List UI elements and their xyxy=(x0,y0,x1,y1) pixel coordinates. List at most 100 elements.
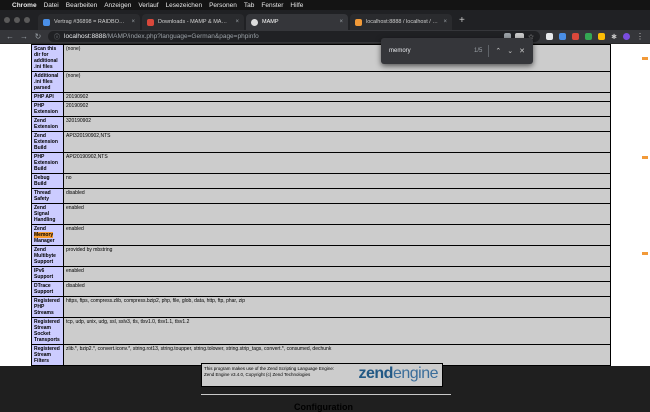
row-key: Zend Signal Handling xyxy=(31,203,64,225)
row-value: 320190902 xyxy=(63,116,611,132)
tab-strip: Vertrag #36898 = RAIDBOXES × Downloads -… xyxy=(0,10,650,30)
tab-close-icon[interactable]: × xyxy=(443,19,447,25)
tab-close-icon[interactable]: × xyxy=(235,19,239,25)
profile-avatar[interactable] xyxy=(623,33,630,40)
minimize-window-icon[interactable] xyxy=(14,17,20,23)
reload-button[interactable]: ↻ xyxy=(34,32,42,41)
table-row: PHP Extension 20190902 xyxy=(31,101,611,117)
extension-2-icon[interactable] xyxy=(559,33,567,40)
zend-line-1: This program makes use of the Zend Scrip… xyxy=(204,366,335,371)
row-key: Zend Memory Manager xyxy=(31,224,64,246)
menu-app-name[interactable]: Chrome xyxy=(12,2,37,9)
extension-5-icon[interactable] xyxy=(598,33,606,40)
menu-hilfe[interactable]: Hilfe xyxy=(290,2,303,9)
tab-title: Vertrag #36898 = RAIDBOXES xyxy=(54,19,128,25)
menu-verlauf[interactable]: Verlauf xyxy=(138,2,158,9)
phpmyadmin-favicon-icon xyxy=(355,18,362,26)
row-key: Additional .ini files parsed xyxy=(31,71,64,93)
tab-title: localhost:8888 / localhost / php xyxy=(366,19,440,25)
row-key: Debug Build xyxy=(31,173,64,189)
extension-4-icon[interactable] xyxy=(585,33,593,40)
scrollbar[interactable] xyxy=(642,44,648,366)
row-value: API320190902,NTS xyxy=(63,131,611,153)
row-value: 20190902 xyxy=(63,101,611,117)
menu-anzeigen[interactable]: Anzeigen xyxy=(104,2,131,9)
fullscreen-window-icon[interactable] xyxy=(24,17,30,23)
zend-engine-logo[interactable]: zendengine xyxy=(359,365,439,383)
configuration-heading: Configuration xyxy=(294,402,353,412)
row-key: PHP API xyxy=(31,92,64,102)
row-key: Thread Safety xyxy=(31,188,64,204)
window-controls xyxy=(4,10,30,30)
browser-toolbar: ← → ↻ ⓘ localhost:8888/MAMP/index.php?la… xyxy=(0,30,650,44)
mamp-globe-icon xyxy=(251,18,258,26)
url-path: /MAMP/index.php?language=German&page=php… xyxy=(105,33,259,40)
find-match-marker xyxy=(642,156,648,159)
table-row: IPv6 Support enabled xyxy=(31,266,611,282)
row-value: API20190902,NTS xyxy=(63,152,611,174)
menu-datei[interactable]: Datei xyxy=(44,2,59,9)
find-next-button[interactable]: ⌄ xyxy=(507,47,513,55)
zend-line-2: Zend Engine v3.4.0, Copyright (c) Zend T… xyxy=(204,372,311,377)
row-value: disabled xyxy=(63,281,611,297)
row-value: enabled xyxy=(63,266,611,282)
tab-close-icon[interactable]: × xyxy=(131,19,135,25)
find-previous-button[interactable]: ⌃ xyxy=(495,47,501,55)
info-icon[interactable]: ⓘ xyxy=(54,32,60,41)
table-row: Zend Extension Build API320190902,NTS xyxy=(31,131,611,153)
row-key: PHP Extension xyxy=(31,101,64,117)
row-key: Registered PHP Streams xyxy=(31,296,64,318)
tab-title: MAMP xyxy=(262,19,279,25)
find-count: 1/5 xyxy=(474,48,483,54)
row-key: PHP Extension Build xyxy=(31,152,64,174)
menu-personen[interactable]: Personen xyxy=(209,2,237,9)
row-key: DTrace Support xyxy=(31,281,64,297)
row-key: Zend Multibyte Support xyxy=(31,245,64,267)
tab-downloads-mamp[interactable]: Downloads - MAMP & MAMP PRO × xyxy=(142,14,244,30)
back-button[interactable]: ← xyxy=(6,32,14,41)
table-row: Debug Build no xyxy=(31,173,611,189)
tab-raidboxes[interactable]: Vertrag #36898 = RAIDBOXES × xyxy=(38,14,140,30)
menu-tab[interactable]: Tab xyxy=(244,2,254,9)
zend-engine-banner: This program makes use of the Zend Scrip… xyxy=(201,363,443,387)
find-match-marker xyxy=(642,57,648,60)
table-row: PHP API 20190902 xyxy=(31,92,611,102)
extension-3-icon[interactable] xyxy=(572,33,580,40)
table-row: PHP Extension Build API20190902,NTS xyxy=(31,152,611,174)
row-value: 20190902 xyxy=(63,92,611,102)
raidboxes-favicon-icon xyxy=(43,18,50,26)
forward-button[interactable]: → xyxy=(20,32,28,41)
extensions-puzzle-icon[interactable]: ✱ xyxy=(611,33,617,41)
row-value: disabled xyxy=(63,188,611,204)
table-row: Additional .ini files parsed (none) xyxy=(31,71,611,93)
table-row: Zend Signal Handling enabled xyxy=(31,203,611,225)
mamp-favicon-icon xyxy=(147,18,154,26)
find-separator xyxy=(488,45,490,57)
macos-menubar: Chrome Datei Bearbeiten Anzeigen Verlauf… xyxy=(0,0,650,10)
row-key: Zend Extension Build xyxy=(31,131,64,153)
menu-fenster[interactable]: Fenster xyxy=(261,2,283,9)
tab-phpmyadmin[interactable]: localhost:8888 / localhost / php × xyxy=(350,14,452,30)
menu-lesezeichen[interactable]: Lesezeichen xyxy=(166,2,203,9)
table-row: Thread Safety disabled xyxy=(31,188,611,204)
table-row: Registered PHP Streams https, ftps, compr… xyxy=(31,296,611,318)
find-input[interactable]: memory xyxy=(389,48,468,54)
menu-bearbeiten[interactable]: Bearbeiten xyxy=(66,2,97,9)
row-value: https, ftps, compress.zlib, compress.bzi… xyxy=(63,296,611,318)
find-close-button[interactable]: ✕ xyxy=(519,47,525,55)
divider xyxy=(201,394,451,395)
close-window-icon[interactable] xyxy=(4,17,10,23)
row-value: tcp, udp, unix, udg, ssl, sslv3, tls, tl… xyxy=(63,317,611,345)
tab-close-icon[interactable]: × xyxy=(339,19,343,25)
extension-1-icon[interactable] xyxy=(546,33,554,40)
row-value: no xyxy=(63,173,611,189)
row-value: provided by mbstring xyxy=(63,245,611,267)
table-row: Zend Extension 320190902 xyxy=(31,116,611,132)
new-tab-button[interactable]: + xyxy=(454,14,470,30)
browser-menu-icon[interactable]: ⋮ xyxy=(636,32,644,41)
row-key: Registered Stream Filters xyxy=(31,344,64,366)
zend-credit-text: This program makes use of the Zend Scrip… xyxy=(204,366,334,378)
row-key: Scan this dir for additional .ini files xyxy=(31,44,64,72)
find-bar: memory 1/5 ⌃ ⌄ ✕ xyxy=(381,38,533,64)
tab-mamp[interactable]: MAMP × xyxy=(246,14,348,30)
